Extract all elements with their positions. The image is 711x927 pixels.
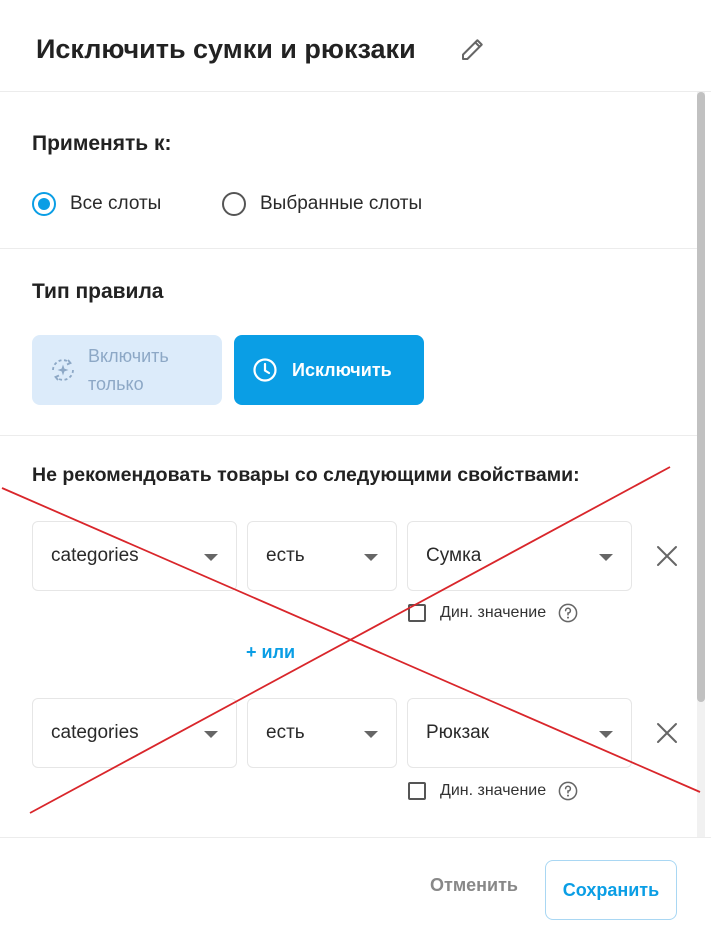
value-select-1[interactable]: Сумка bbox=[407, 521, 632, 591]
scrollbar-thumb[interactable] bbox=[697, 92, 705, 702]
cancel-button[interactable]: Отменить bbox=[430, 875, 518, 896]
dynamic-value-2: Дин. значение bbox=[408, 781, 578, 801]
radio-all-slots-indicator[interactable] bbox=[32, 192, 56, 216]
divider bbox=[0, 435, 697, 436]
dialog-footer: Отменить Сохранить bbox=[0, 837, 711, 927]
divider bbox=[0, 248, 697, 249]
dynamic-value-2-label: Дин. значение bbox=[440, 782, 547, 799]
chevron-down-icon bbox=[364, 731, 378, 738]
property-select-1-value: categories bbox=[51, 545, 139, 566]
radio-selected-slots-indicator[interactable] bbox=[222, 192, 246, 216]
pencil-icon[interactable] bbox=[458, 34, 488, 64]
operator-select-2-value: есть bbox=[266, 722, 305, 743]
operator-select-1-value: есть bbox=[266, 545, 305, 566]
save-button[interactable]: Сохранить bbox=[545, 860, 677, 920]
clock-icon bbox=[253, 358, 277, 382]
property-select-2-value: categories bbox=[51, 722, 139, 743]
chevron-down-icon bbox=[599, 731, 613, 738]
conditions-heading: Не рекомендовать товары со следующими св… bbox=[32, 464, 580, 486]
remove-condition-2-close-icon[interactable] bbox=[654, 720, 680, 746]
radio-all-slots[interactable]: Все слоты bbox=[32, 192, 161, 216]
exclude-button[interactable]: Исключить bbox=[234, 335, 424, 405]
sparkle-refresh-icon bbox=[52, 359, 74, 381]
value-select-1-value: Сумка bbox=[426, 545, 482, 566]
dynamic-value-2-checkbox[interactable] bbox=[408, 782, 426, 800]
include-only-label: Включить только bbox=[88, 346, 169, 394]
help-icon[interactable] bbox=[558, 781, 578, 801]
rule-name-input[interactable]: Исключить сумки и рюкзаки bbox=[36, 28, 416, 70]
dynamic-value-1-label: Дин. значение bbox=[440, 604, 547, 621]
include-only-button[interactable]: Включить только bbox=[32, 335, 222, 405]
dynamic-value-1: Дин. значение bbox=[408, 603, 578, 623]
operator-select-1[interactable]: есть bbox=[247, 521, 397, 591]
add-or-condition-link[interactable]: + или bbox=[246, 642, 295, 663]
scrollbar[interactable] bbox=[697, 92, 705, 837]
property-select-2[interactable]: categories bbox=[32, 698, 237, 768]
radio-all-slots-label: Все слоты bbox=[70, 193, 162, 214]
dynamic-value-1-checkbox[interactable] bbox=[408, 604, 426, 622]
value-select-2[interactable]: Рюкзак bbox=[407, 698, 632, 768]
radio-selected-slots-label: Выбранные слоты bbox=[260, 193, 423, 214]
remove-condition-1-close-icon[interactable] bbox=[654, 543, 680, 569]
apply-to-heading: Применять к: bbox=[32, 132, 172, 155]
property-select-1[interactable]: categories bbox=[32, 521, 237, 591]
dialog-header: Исключить сумки и рюкзаки bbox=[0, 0, 711, 92]
radio-selected-slots[interactable]: Выбранные слоты bbox=[222, 192, 422, 216]
dialog-body: Применять к: Все слоты Выбранные слоты Т… bbox=[0, 92, 711, 837]
rule-type-heading: Тип правила bbox=[32, 280, 164, 303]
exclude-label: Исключить bbox=[292, 359, 392, 380]
chevron-down-icon bbox=[599, 554, 613, 561]
value-select-2-value: Рюкзак bbox=[426, 722, 490, 743]
operator-select-2[interactable]: есть bbox=[247, 698, 397, 768]
chevron-down-icon bbox=[204, 731, 218, 738]
help-icon[interactable] bbox=[558, 603, 578, 623]
chevron-down-icon bbox=[204, 554, 218, 561]
chevron-down-icon bbox=[364, 554, 378, 561]
